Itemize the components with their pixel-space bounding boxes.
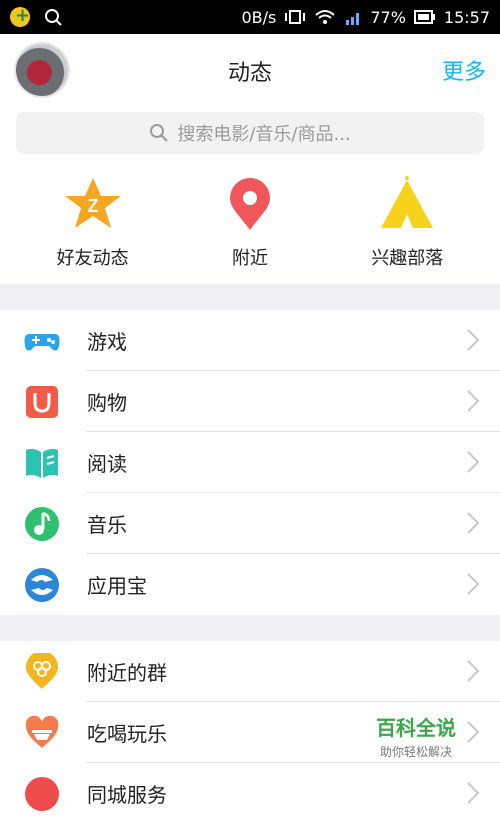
watermark: 百科全说 助你轻松解决 [376,712,456,760]
quick-link-label: 附近 [231,248,268,269]
search-input[interactable]: 搜索电影/音乐/商品... [16,112,484,154]
gamepad-icon [23,322,61,360]
vibrate-icon [285,10,306,24]
signal-icon [346,13,360,25]
battery-percent: 77% [370,7,406,27]
list-item-nearby-groups[interactable]: 附近的群 [0,641,500,702]
list-item-label: 购物 [87,391,127,415]
list-item-music[interactable]: 音乐 [0,493,500,554]
top-panel: 动态 更多 搜索电影/音乐/商品... Z 好友动态 附近 兴趣部落 [0,34,500,284]
quick-link-friends-feed[interactable]: Z 好友动态 [23,176,163,270]
quick-link-nearby[interactable]: 附近 [180,176,320,270]
network-speed: 0B/s [241,7,277,27]
chevron-right-icon [467,451,480,473]
list-item-city-services[interactable]: 同城服务 [0,763,500,824]
page-title: 动态 [227,61,272,86]
list-item-label: 游戏 [87,330,127,354]
app-store-icon [23,566,61,604]
book-icon [23,444,61,482]
section-divider [0,284,500,310]
list-item-label: 吃喝玩乐 [87,722,167,746]
battery-icon [413,10,435,24]
list-item-label: 附近的群 [87,661,167,685]
chevron-right-icon [467,573,480,595]
header: 动态 更多 [0,34,500,108]
app-notification-icon [10,5,30,27]
list-item-label: 应用宝 [87,574,147,598]
section-divider [0,615,500,641]
chevron-right-icon [467,512,480,534]
search-icon [150,124,169,142]
search-notification-icon [45,9,62,26]
quick-link-label: 兴趣部落 [371,248,444,269]
status-bar: 0B/s 77% 15:57 [0,0,500,34]
list-item-reading[interactable]: 阅读 [0,432,500,493]
services-list: 游戏 购物 阅读 音乐 应用宝 [0,310,500,615]
wifi-icon [315,10,335,24]
star-z-icon: Z [64,178,121,228]
quick-link-interest-tribes[interactable]: 兴趣部落 [337,176,477,270]
chevron-right-icon [467,390,480,412]
svg-text:Z: Z [87,196,98,216]
chevron-right-icon [467,329,480,351]
chevron-right-icon [467,660,480,682]
watermark-subtitle: 助你轻松解决 [379,745,452,759]
search-placeholder: 搜索电影/音乐/商品... [177,124,351,145]
more-button[interactable]: 更多 [442,54,486,86]
shopping-bag-icon [23,383,61,421]
chevron-right-icon [467,721,480,743]
chevron-right-icon [467,782,480,804]
list-item-games[interactable]: 游戏 [0,310,500,371]
quick-links: Z 好友动态 附近 兴趣部落 [0,154,500,284]
local-list: 附近的群 吃喝玩乐 百科全说 助你轻松解决 同城服务 [0,641,500,824]
music-note-icon [23,505,61,543]
quick-link-label: 好友动态 [56,248,129,269]
list-item-label: 阅读 [87,452,127,476]
list-item-shopping[interactable]: 购物 [0,371,500,432]
list-item-food-fun[interactable]: 吃喝玩乐 百科全说 助你轻松解决 [0,702,500,763]
watermark-title: 百科全说 [376,716,456,740]
location-pin-icon [229,178,270,230]
food-fun-icon [23,714,61,752]
tent-icon [381,176,434,228]
list-item-label: 同城服务 [87,783,167,807]
nearby-group-icon [23,652,61,691]
avatar[interactable] [16,44,68,96]
list-item-app-store[interactable]: 应用宝 [0,554,500,615]
clock: 15:57 [443,7,490,27]
list-item-label: 音乐 [87,513,127,537]
city-service-icon [23,775,61,813]
